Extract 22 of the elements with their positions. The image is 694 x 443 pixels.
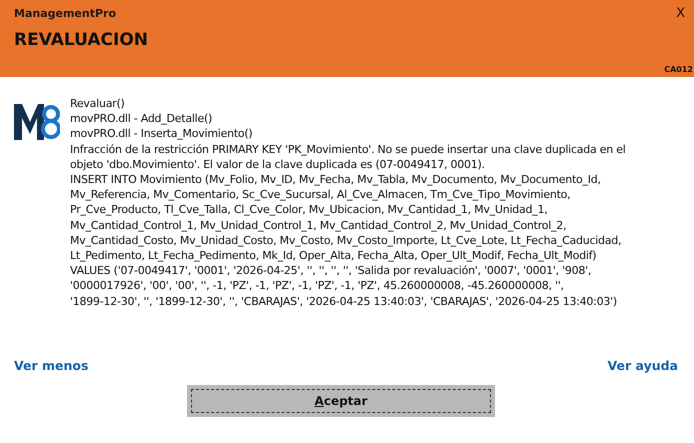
message-line: Lt_Pedimento, Lt_Fecha_Pedimento, Mk_Id, Oper_Alta, Fecha_Alta, Oper_Ult_Modif, Fecha_Ult_Modif): [70, 248, 598, 264]
message-line: '0000017926', '00', '00', '', -1, 'PZ', -1, 'PZ', -1, 'PZ', -1, 'PZ', 45.260000008, -45.260000008, '',: [70, 278, 565, 294]
logo-icon: [14, 102, 60, 142]
dialog-title: REVALUACION: [14, 30, 150, 50]
help-link[interactable]: Ver ayuda: [608, 358, 678, 373]
show-less-link[interactable]: Ver menos: [14, 358, 88, 373]
message-line: Mv_Cantidad_Costo, Mv_Unidad_Costo, Mv_Costo, Mv_Costo_Importe, Lt_Cve_Lote, Lt_Fecha_Caducidad,: [70, 232, 622, 248]
message-line: Pr_Cve_Producto, Tl_Cve_Talla, Cl_Cve_Color, Mv_Ubicacion, Mv_Cantidad_1, Mv_Unidad_1,: [70, 202, 548, 218]
message-line: INSERT INTO Movimiento (Mv_Folio, Mv_ID, Mv_Fecha, Mv_Tabla, Mv_Documento, Mv_Documento_Id,: [70, 172, 602, 188]
message-line: Infracción de la restricción PRIMARY KEY 'PK_Movimiento'. No se puede insertar una clave duplicada en el: [70, 142, 626, 157]
message-line: '1899-12-30', '', '1899-12-30', '', 'CBARAJAS', '2026-04-25 13:40:03', 'CBARAJAS', '2026-04-25 13:40:03'): [70, 294, 618, 309]
message-line: movPRO.dll - Inserta_Movimiento(): [70, 126, 254, 142]
dialog-code: CA012: [664, 65, 693, 74]
message-line: VALUES ('07-0049417', '0001', '2026-04-25', '', '', '', '', 'Salida por revaluación', '0007', '0001', '908',: [70, 263, 592, 278]
app-name: ManagementPro: [14, 7, 116, 20]
message-line: movPRO.dll - Add_Detalle(): [70, 111, 214, 126]
message-line: Mv_Referencia, Mv_Comentario, Sc_Cve_Sucursal, Al_Cve_Almacen, Tm_Cve_Tipo_Movimiento,: [70, 187, 572, 202]
close-button[interactable]: X: [676, 6, 694, 21]
accept-button[interactable]: Aceptar: [187, 384, 495, 417]
message-line: Mv_Cantidad_Control_1, Mv_Unidad_Control_1, Mv_Cantidad_Control_2, Mv_Unidad_Control_2,: [70, 218, 568, 233]
message-line: Revaluar(): [70, 96, 126, 112]
message-line: objeto 'dbo.Movimiento'. El valor de la clave duplicada es (07-0049417, 0001).: [70, 156, 486, 172]
